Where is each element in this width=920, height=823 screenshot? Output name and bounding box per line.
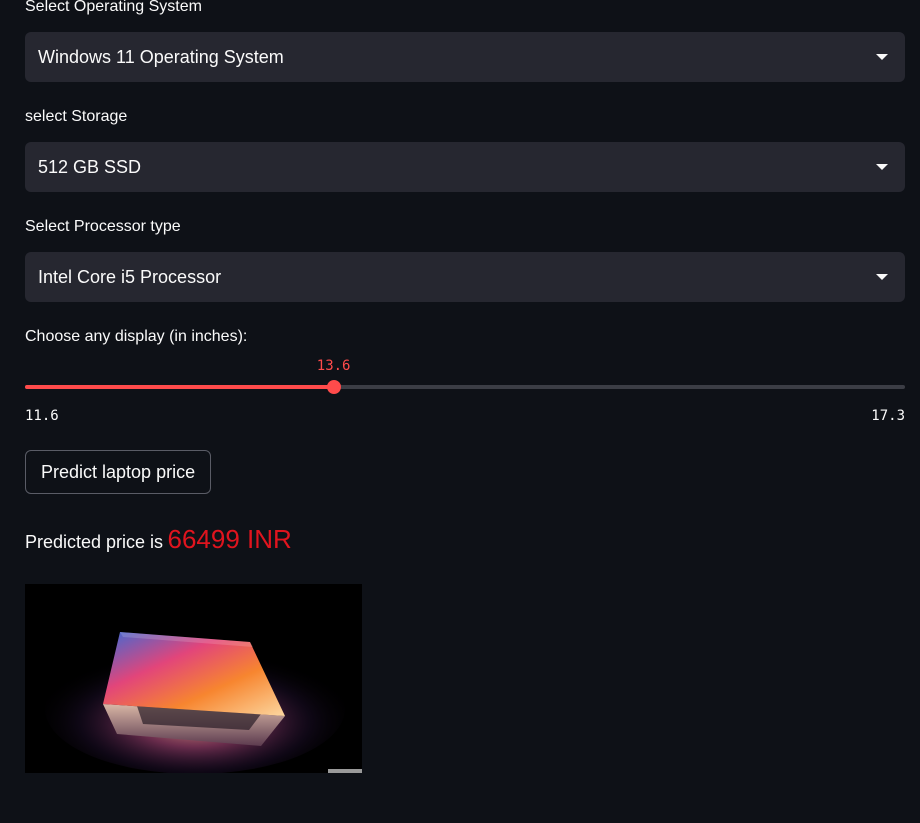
display-slider-value: 13.6 bbox=[316, 358, 351, 374]
storage-select-label: select Storage bbox=[25, 108, 128, 125]
os-select-value: Windows 11 Operating System bbox=[38, 47, 284, 67]
predict-price-button[interactable]: Predict laptop price bbox=[25, 450, 212, 494]
display-slider-min: 11.6 bbox=[25, 408, 59, 424]
processor-select[interactable]: Intel Core i5 Processor bbox=[25, 252, 905, 302]
storage-select-value: 512 GB SSD bbox=[38, 157, 142, 177]
chevron-down-icon bbox=[876, 54, 888, 60]
prediction-result-value: 66499 INR bbox=[167, 524, 292, 554]
chevron-down-icon bbox=[876, 164, 888, 170]
os-select-label: Select Operating System bbox=[25, 0, 202, 15]
laptop-illustration bbox=[25, 584, 362, 773]
prediction-result-prefix: Predicted price is bbox=[25, 532, 164, 552]
prediction-result: Predicted price is 66499 INR bbox=[25, 524, 292, 555]
display-slider-thumb[interactable] bbox=[326, 380, 341, 394]
laptop-image bbox=[25, 584, 362, 773]
display-slider[interactable] bbox=[25, 380, 905, 394]
processor-select-label: Select Processor type bbox=[25, 218, 181, 235]
os-select[interactable]: Windows 11 Operating System bbox=[25, 32, 905, 82]
chevron-down-icon bbox=[876, 274, 888, 280]
storage-select[interactable]: 512 GB SSD bbox=[25, 142, 905, 192]
display-slider-label: Choose any display (in inches): bbox=[25, 328, 248, 345]
display-slider-fill bbox=[25, 385, 334, 389]
processor-select-value: Intel Core i5 Processor bbox=[38, 267, 222, 287]
display-slider-max: 17.3 bbox=[871, 408, 905, 424]
